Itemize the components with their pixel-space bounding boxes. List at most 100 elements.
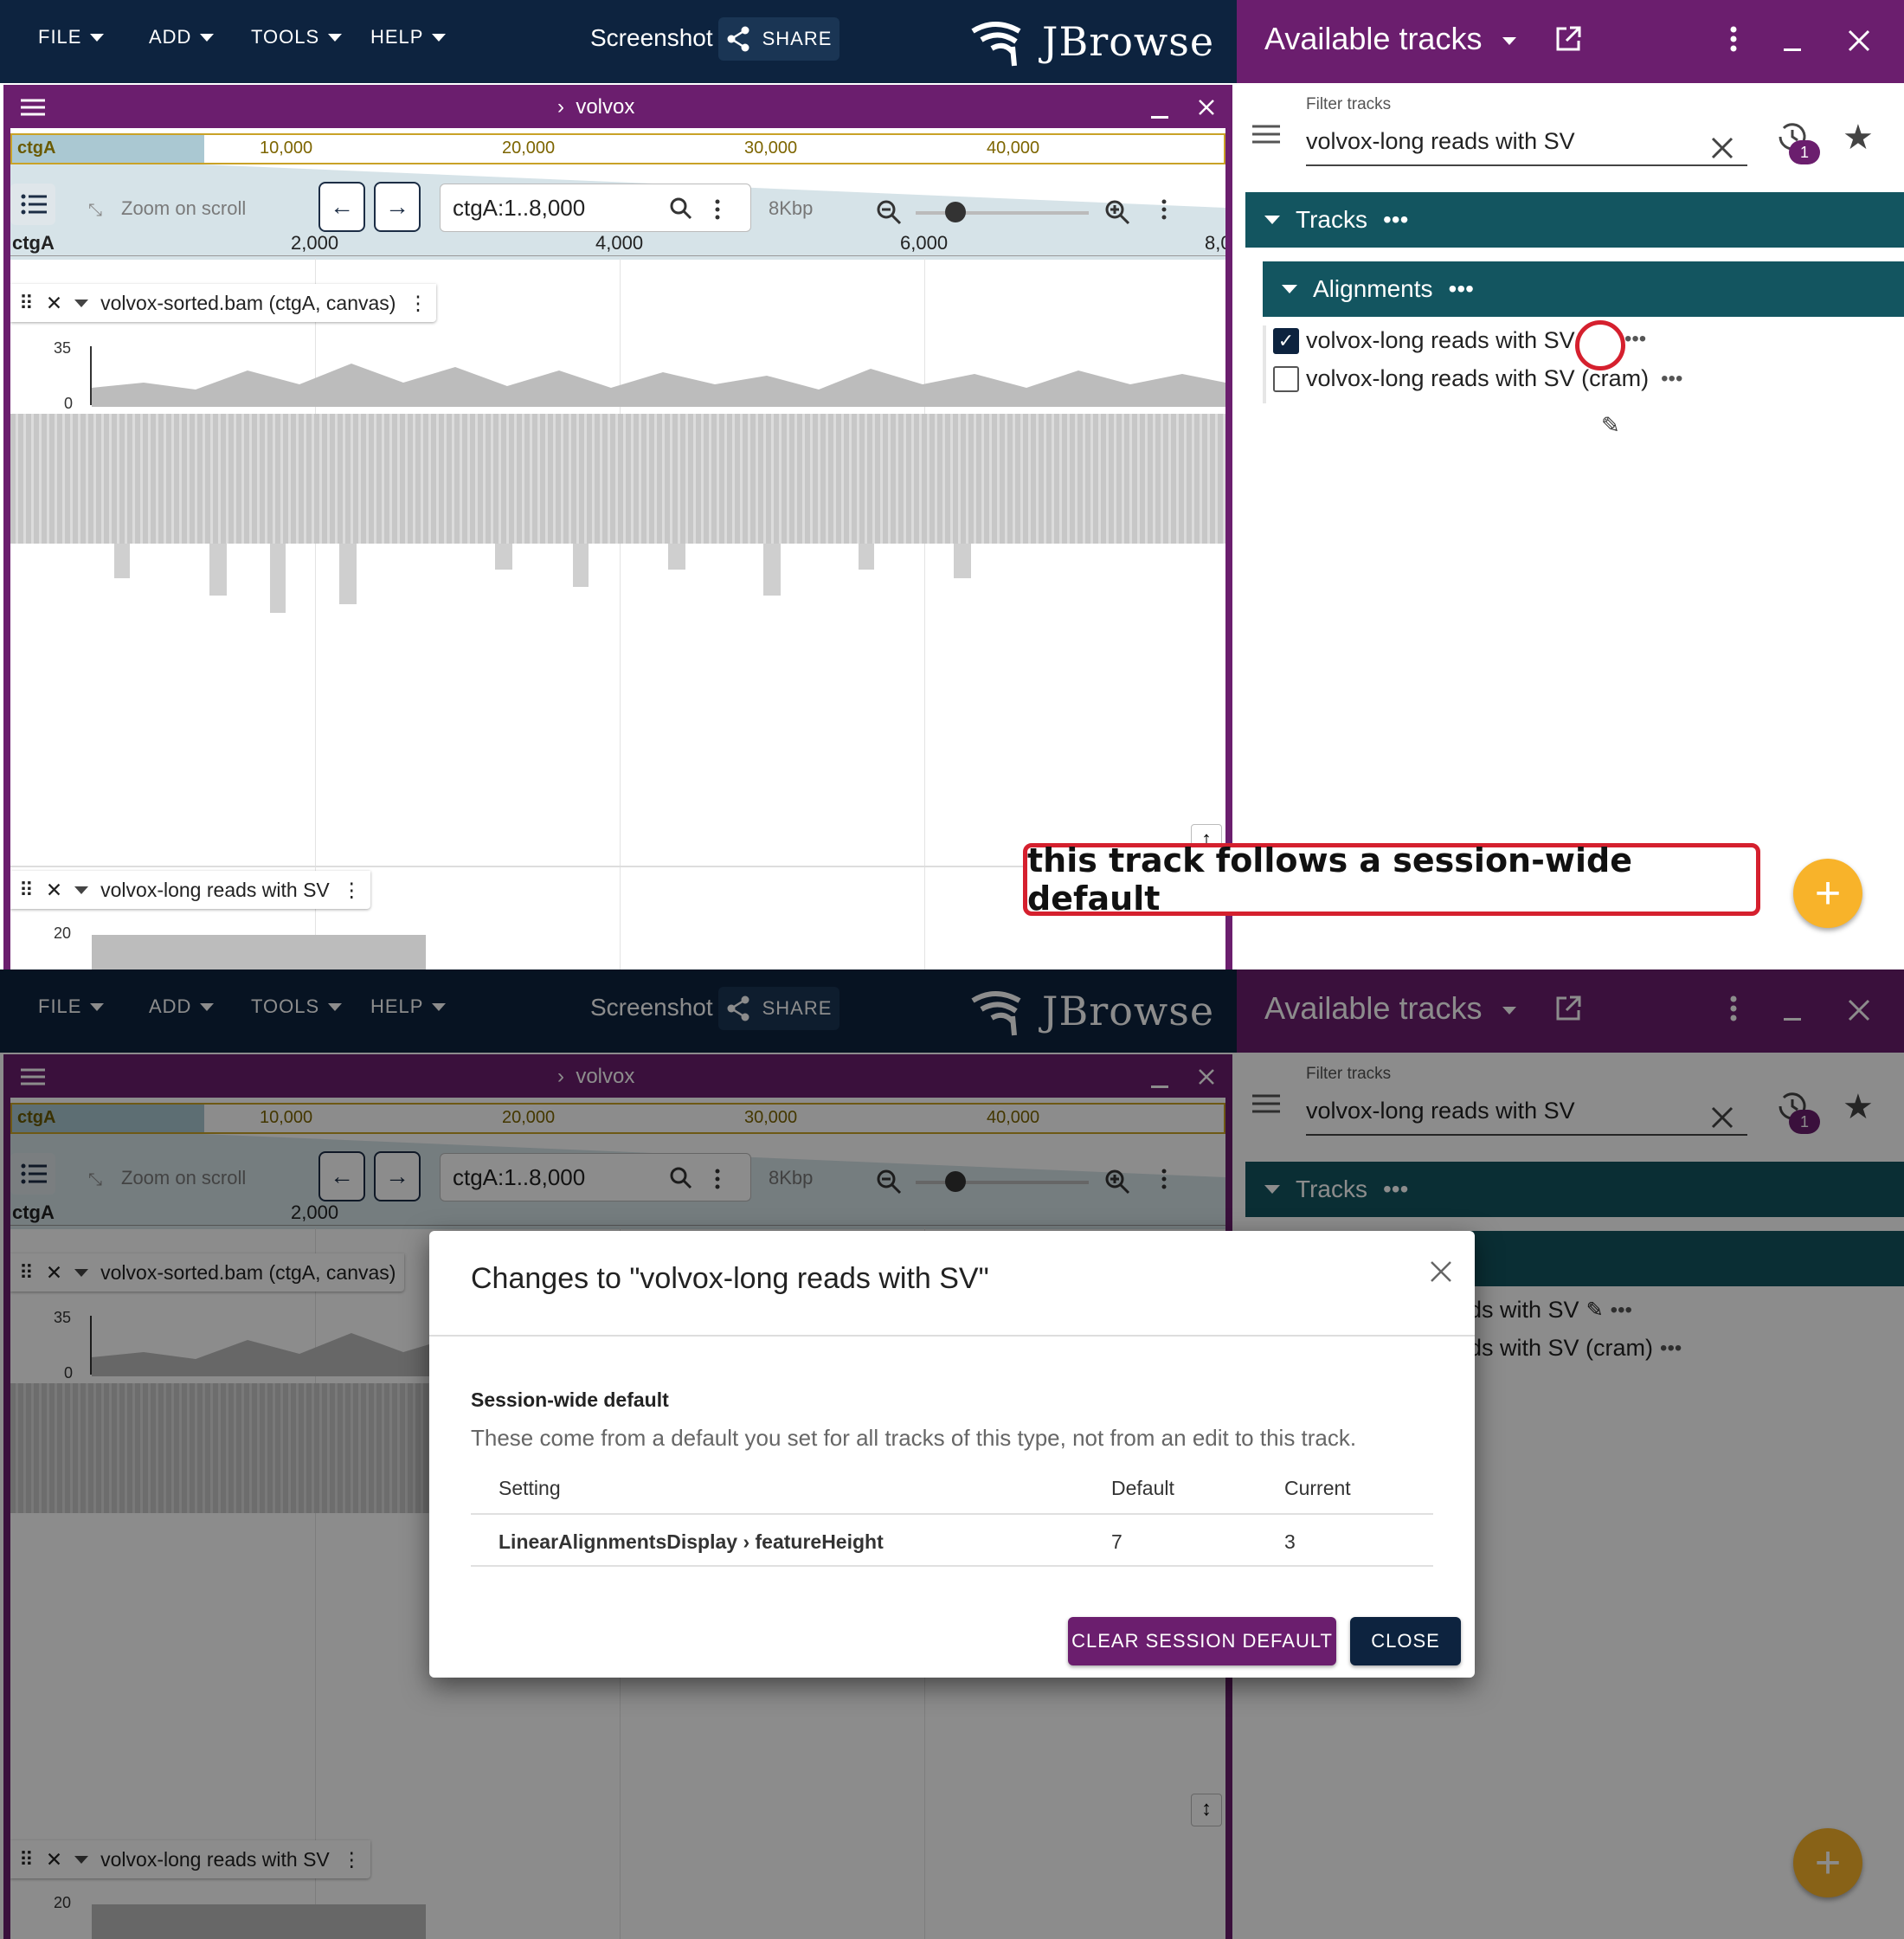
overview-tick: 10,000 — [260, 138, 313, 158]
ruler-tick: 8,0 — [1205, 232, 1225, 254]
more-vert-icon[interactable] — [715, 199, 720, 220]
y-axis-min: 0 — [64, 395, 74, 412]
close-track-icon[interactable]: ✕ — [46, 879, 62, 902]
caret-down-icon — [432, 33, 447, 42]
view-menu-icon[interactable] — [21, 99, 45, 116]
ruler-contig: ctgA — [12, 232, 55, 254]
chevron-right-icon: › — [557, 95, 576, 119]
share-button[interactable]: SHARE — [718, 17, 839, 61]
filter-label: Filter tracks — [1306, 95, 1392, 113]
file-menu[interactable]: FILE — [38, 26, 105, 48]
tools-menu[interactable]: TOOLS — [251, 26, 343, 48]
ruler-tick: 4,000 — [595, 232, 644, 254]
zoom-on-scroll-toggle[interactable]: Zoom on scroll — [121, 197, 246, 220]
y-axis-max: 35 — [54, 339, 72, 357]
current-value: 3 — [1284, 1530, 1296, 1553]
track-name: volvox-long reads with SV — [100, 878, 330, 901]
view-title[interactable]: › volvox — [557, 95, 634, 119]
screenshot-panel-bottom: FILE ADD TOOLS HELP Screenshot SHARE JBr… — [0, 970, 1904, 1939]
setting-name: LinearAlignmentsDisplay › featureHeight — [499, 1530, 884, 1553]
arrow-left-icon: ← — [330, 193, 354, 220]
drag-handle-icon[interactable]: ⠿ — [19, 879, 34, 902]
screenshot-button[interactable]: Screenshot — [590, 24, 713, 52]
overview-tick: 30,000 — [744, 138, 798, 158]
column-setting: Setting — [499, 1477, 561, 1499]
pan-left-button[interactable]: ← — [318, 182, 365, 232]
plus-icon: + — [1814, 868, 1842, 918]
bp-per-view: 8Kbp — [769, 197, 814, 219]
dialog-close-icon[interactable] — [1430, 1260, 1452, 1283]
add-menu[interactable]: ADD — [149, 26, 215, 48]
y-axis-max: 20 — [54, 924, 72, 942]
drawer-title[interactable]: Available tracks — [1264, 21, 1582, 57]
overview-tick: 40,000 — [987, 138, 1040, 158]
checkbox-checked[interactable]: ✓ — [1273, 327, 1299, 354]
zoom-out-icon[interactable] — [876, 199, 902, 225]
share-icon — [727, 26, 749, 52]
zoom-slider-thumb[interactable] — [945, 202, 966, 222]
caret-down-icon[interactable] — [74, 886, 89, 894]
clear-filter-icon[interactable] — [1711, 137, 1734, 159]
caret-down-icon[interactable] — [74, 299, 89, 307]
filter-tracks-input[interactable]: volvox-long reads with SV — [1306, 125, 1747, 166]
column-default: Default — [1111, 1477, 1174, 1499]
expand-icon — [1264, 216, 1280, 224]
add-track-fab[interactable]: + — [1793, 859, 1862, 928]
close-track-icon[interactable]: ✕ — [46, 292, 62, 315]
section-description: These come from a default you set for al… — [471, 1425, 1357, 1451]
edit-pencil-icon[interactable]: ✎ — [1601, 412, 1620, 439]
more-vert-icon[interactable] — [1730, 26, 1737, 52]
close-button[interactable]: CLOSE — [1350, 1617, 1461, 1665]
category-indent-line — [1263, 325, 1266, 403]
overview-scale[interactable]: ctgA 10,000 20,000 30,000 40,000 — [10, 133, 1225, 164]
annotation-callout: this track follows a session-wide defaul… — [1023, 841, 1760, 918]
read-pileup-tail — [114, 544, 971, 613]
jbrowse-logo-icon — [971, 22, 1021, 67]
open-external-icon[interactable] — [1554, 25, 1582, 53]
history-badge: 1 — [1789, 140, 1820, 164]
track-menu-icon[interactable]: ⋮ — [342, 879, 362, 902]
dialog-title: Changes to "volvox-long reads with SV" — [471, 1262, 989, 1295]
location-search-input[interactable]: ctgA:1..8,000 — [440, 184, 751, 232]
section-menu-icon[interactable]: ••• — [1383, 206, 1408, 234]
highlight-circle — [1575, 320, 1625, 370]
zoom-scroll-icon: ⤡ — [88, 201, 102, 220]
track-item-long-reads[interactable]: ✓ volvox-long reads with SV — [1273, 327, 1575, 354]
track-menu-icon[interactable]: ••• — [1624, 327, 1646, 351]
close-view-icon[interactable] — [1198, 99, 1215, 116]
track-menu-icon[interactable]: ••• — [1661, 367, 1682, 391]
caret-down-icon — [1502, 36, 1517, 45]
column-current: Current — [1284, 1477, 1351, 1499]
close-icon[interactable] — [1848, 29, 1870, 52]
track-item-long-reads-cram[interactable]: volvox-long reads with SV (cram) ••• — [1273, 365, 1682, 392]
arrow-right-icon: → — [385, 193, 409, 220]
section-alignments[interactable]: Alignments ••• — [1263, 261, 1904, 317]
view-options-icon[interactable] — [1161, 199, 1167, 220]
minimize-view-icon[interactable] — [1151, 116, 1168, 119]
track-header-sorted-bam: ⠿ ✕ volvox-sorted.bam (ctgA, canvas) ⋮ — [10, 284, 437, 322]
zoom-in-icon[interactable] — [1104, 199, 1130, 225]
zoom-slider-track[interactable] — [916, 211, 1089, 215]
clear-session-default-button[interactable]: CLEAR SESSION DEFAULT — [1068, 1617, 1336, 1665]
track-selector-button[interactable] — [10, 184, 55, 225]
search-icon[interactable] — [670, 197, 692, 220]
coverage-histogram — [92, 364, 1225, 407]
section-tracks[interactable]: Tracks ••• — [1245, 192, 1904, 248]
minimize-icon[interactable] — [1784, 48, 1801, 51]
track-menu-icon[interactable]: ⋮ — [408, 292, 428, 315]
caret-down-icon — [200, 33, 215, 42]
star-icon[interactable]: ★ — [1843, 118, 1874, 158]
checkbox-unchecked[interactable] — [1273, 365, 1299, 392]
help-menu[interactable]: HELP — [370, 26, 447, 48]
app-bar: FILE ADD TOOLS HELP Screenshot SHARE JBr… — [0, 0, 1237, 83]
section-menu-icon[interactable]: ••• — [1449, 275, 1474, 303]
pan-right-button[interactable]: → — [374, 182, 421, 232]
table-header-divider — [471, 1513, 1433, 1515]
section-heading: Session-wide default — [471, 1388, 669, 1411]
linear-genome-view: › volvox ctgA 10,000 20,000 30,000 40,00… — [3, 85, 1232, 970]
track-header-long-reads: ⠿ ✕ volvox-long reads with SV ⋮ — [10, 871, 370, 909]
ruler-tick: 2,000 — [291, 232, 339, 254]
drag-handle-icon[interactable]: ⠿ — [19, 292, 34, 315]
caret-down-icon — [328, 33, 343, 42]
hamburger-icon[interactable] — [1252, 125, 1280, 144]
